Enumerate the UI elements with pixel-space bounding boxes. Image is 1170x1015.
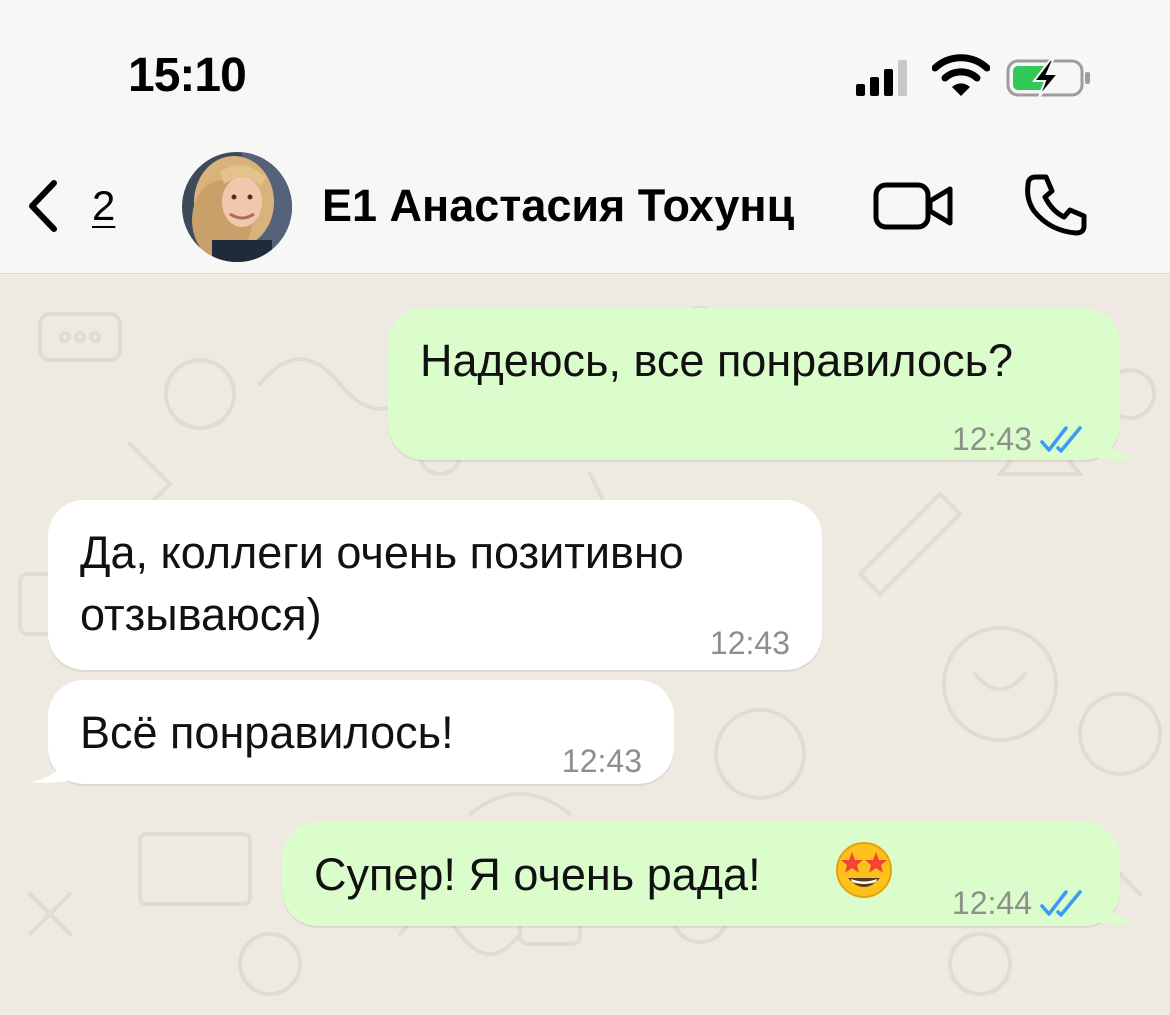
double-check-icon [1040,890,1082,917]
chevron-left-icon [29,180,57,232]
message-outgoing[interactable]: Надеюсь, все понравилось? 12:43 [388,308,1120,460]
avatar[interactable] [182,152,292,262]
message-text: Надеюсь, все понравилось? [420,335,1014,386]
status-bar: 15:10 [0,0,1170,135]
message-time: 12:44 [951,885,1032,921]
message-text: Всё понравилось! [80,707,454,758]
video-camera-icon[interactable] [872,175,956,237]
wifi-icon [932,54,990,96]
unread-count: 2 [92,182,116,229]
message-meta: 12:43 [710,612,790,674]
battery-charging-icon [1006,59,1090,98]
phone-icon[interactable] [1022,171,1090,239]
contact-name[interactable]: E1 Анастасия Тохунц [322,180,794,232]
message-incoming[interactable]: Всё понравилось! 12:43 [48,680,674,784]
message-meta: 12:44 [952,872,1088,934]
message-text-line: отзываюся) [80,589,322,640]
status-time: 15:10 [128,49,247,102]
star-struck-emoji-icon [836,842,892,898]
avatar-photo [182,152,292,262]
message-meta: 12:43 [562,730,642,792]
double-check-icon [1040,426,1082,453]
message-time: 12:43 [561,743,642,779]
chat-area[interactable]: Надеюсь, все понравилось? 12:43 Да, колл… [0,274,1170,1015]
cellular-signal-icon [856,60,907,96]
message-text-line: Да, коллеги очень позитивно [80,527,684,578]
message-meta: 12:43 [952,408,1088,470]
bubble-tail [1098,424,1140,461]
bubble-tail [1098,888,1140,925]
bubble-tail [30,746,72,783]
message-time: 12:43 [709,625,790,661]
back-button[interactable]: 2 [20,175,130,237]
chat-header: 2 E1 Анастасия Тохунц [0,135,1170,274]
message-incoming[interactable]: Да, коллеги очень позитивно отзываюся) 1… [48,500,822,670]
message-text: Супер! Я очень рада! [314,849,761,900]
message-outgoing[interactable]: Супер! Я очень рада! 12:44 [282,822,1120,926]
message-time: 12:43 [951,421,1032,457]
